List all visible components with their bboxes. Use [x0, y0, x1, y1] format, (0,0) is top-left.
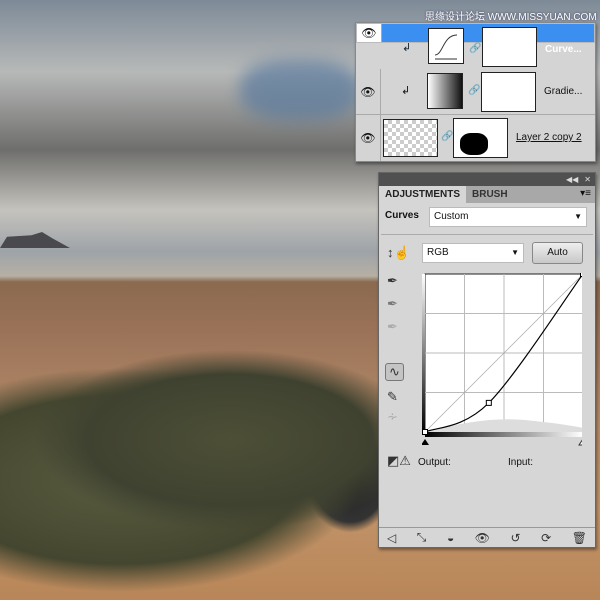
output-gradient-bar [422, 274, 425, 432]
input-label: Input: [508, 457, 534, 468]
white-point-slider [578, 439, 582, 446]
adjustment-type-label: Curves [385, 210, 419, 221]
smooth-curve-icon[interactable]: ∻ [387, 409, 398, 425]
panel-titlebar: ◀◀ ✕ [379, 173, 595, 186]
layer-mask-thumbnail[interactable] [481, 72, 536, 112]
expand-view-icon[interactable]: ⤡ [417, 530, 427, 545]
pencil-tool-icon[interactable]: ✎ [387, 389, 398, 405]
curve-point [422, 429, 428, 435]
clip-arrow-icon: ↲ [401, 85, 411, 97]
view-previous-icon[interactable]: ↺ [511, 531, 521, 545]
input-gradient-bar [425, 432, 582, 437]
layer-name[interactable]: Curve... [545, 41, 582, 59]
visibility-eye-icon[interactable]: 👁 [356, 115, 381, 161]
white-eyedropper-icon[interactable]: ✒ [387, 319, 398, 335]
curves-graph[interactable] [422, 273, 582, 448]
link-icon[interactable]: 🔗 [468, 85, 480, 96]
output-label: Output: [418, 457, 451, 468]
layer-mask-thumbnail[interactable] [453, 118, 508, 158]
layer-mask-thumbnail[interactable] [482, 27, 537, 67]
link-icon[interactable]: 🔗 [469, 40, 481, 58]
sky-patch [240, 60, 360, 120]
layer-thumbnail [383, 119, 438, 157]
layer-row-curves[interactable]: 👁 ↲ 🔗 Curve... [356, 23, 595, 67]
close-icon[interactable]: ✕ [584, 173, 591, 186]
link-icon[interactable]: 🔗 [441, 131, 453, 142]
chevron-down-icon: ▼ [511, 248, 519, 257]
clipping-warning-icon[interactable]: ◩⚠ [387, 453, 411, 469]
trash-icon[interactable]: 🗑 [572, 531, 587, 545]
curve-point-tool-icon[interactable]: ∿ [385, 363, 404, 381]
gradient-thumbnail-icon [427, 73, 463, 109]
auto-button[interactable]: Auto [532, 242, 583, 264]
curve-point [485, 399, 492, 406]
gray-eyedropper-icon[interactable]: ✒ [387, 296, 398, 312]
tab-adjustments[interactable]: ADJUSTMENTS [379, 186, 467, 203]
curve-point [580, 273, 582, 277]
black-point-slider [422, 439, 429, 445]
reset-icon[interactable]: ⟳ [541, 531, 551, 545]
layer-name[interactable]: Gradie... [544, 86, 582, 97]
preset-value: Custom [434, 211, 469, 222]
channel-dropdown[interactable]: RGB ▼ [422, 243, 524, 263]
targeted-adjustment-hand-icon[interactable]: ↕☝ [387, 245, 410, 261]
chevron-down-icon: ▼ [574, 212, 582, 221]
layer-name[interactable]: Layer 2 copy 2 [516, 132, 582, 143]
black-eyedropper-icon[interactable]: ✒ [387, 273, 398, 289]
visibility-eye-icon[interactable]: 👁 [475, 531, 490, 545]
collapse-icon[interactable]: ◀◀ [566, 173, 578, 186]
adjustments-panel: ◀◀ ✕ ADJUSTMENTS BRUSH ▾≡ Curves Custom ▼ … [378, 172, 596, 548]
curves-thumbnail-icon [428, 28, 464, 64]
visibility-eye-icon[interactable]: 👁 [356, 69, 381, 114]
channel-value: RGB [427, 247, 449, 258]
tab-brush[interactable]: BRUSH [466, 186, 514, 203]
watermark: 思缘设计论坛 WWW.MISSYUAN.COM [425, 12, 597, 23]
preset-dropdown[interactable]: Custom ▼ [429, 207, 587, 227]
panel-menu-icon[interactable]: ▾≡ [580, 188, 591, 199]
visibility-eye-icon[interactable]: 👁 [357, 24, 382, 42]
clip-to-layer-icon[interactable]: ◒ [447, 531, 454, 545]
clip-arrow-icon: ↲ [402, 42, 412, 54]
layer-row-layer2copy2[interactable]: 👁 🔗 Layer 2 copy 2 [356, 115, 595, 161]
back-arrow-icon[interactable]: ◁ [387, 531, 396, 545]
layer-row-gradient[interactable]: 👁 ↲ 🔗 Gradie... [356, 69, 595, 115]
layers-panel: 👁 ↲ 🔗 Curve... 👁 ↲ 🔗 Gradie... 👁 🔗 Layer… [355, 22, 596, 162]
